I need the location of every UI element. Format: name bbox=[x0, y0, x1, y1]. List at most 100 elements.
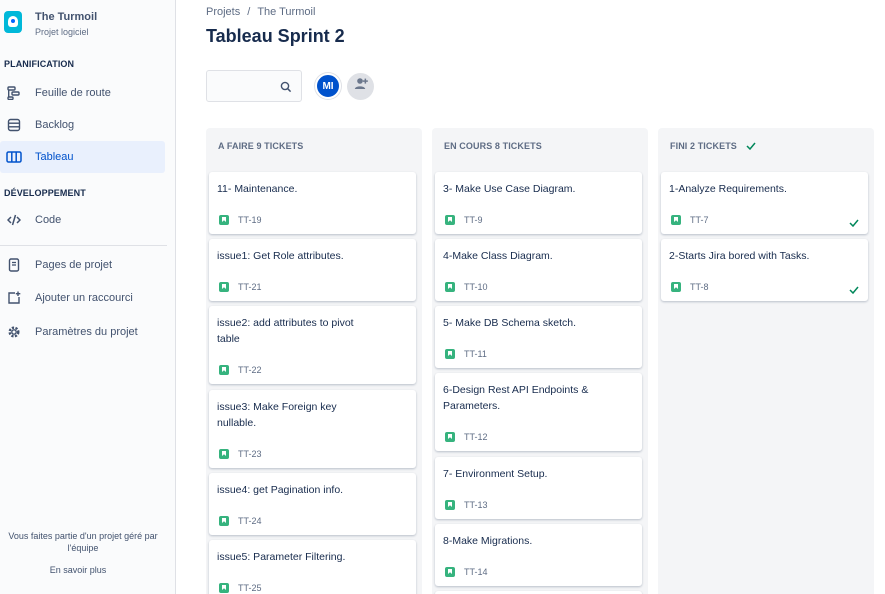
sidebar-item-project-settings[interactable]: Paramètres du projet bbox=[0, 316, 175, 348]
sidebar-item-project-pages[interactable]: Pages de projet bbox=[0, 249, 175, 281]
issue-summary: 4-Make Class Diagram. bbox=[443, 250, 553, 262]
issue-card[interactable]: issue5: Parameter Filtering. TT-25 bbox=[209, 540, 416, 594]
issue-key: TT-23 bbox=[238, 449, 262, 459]
issue-key: TT-21 bbox=[238, 282, 262, 292]
issue-summary: 7- Environment Setup. bbox=[443, 468, 548, 480]
issue-card[interactable]: 2-Starts Jira bored with Tasks. TT-8 bbox=[661, 239, 868, 301]
story-icon bbox=[445, 215, 455, 225]
roadmap-icon bbox=[6, 85, 22, 101]
story-icon bbox=[219, 215, 229, 225]
issue-key: TT-12 bbox=[464, 432, 488, 442]
breadcrumb: Projets / The Turmoil bbox=[206, 6, 315, 18]
issue-summary: issue5: Parameter Filtering. bbox=[217, 551, 346, 563]
add-shortcut-icon bbox=[6, 290, 22, 306]
board-column-in-progress: EN COURS 8 TICKETS 3- Make Use Case Diag… bbox=[432, 128, 648, 594]
story-icon bbox=[445, 349, 455, 359]
sidebar-item-backlog[interactable]: Backlog bbox=[0, 109, 175, 141]
issue-summary: 6-Design Rest API Endpoints & Parameters… bbox=[443, 384, 589, 412]
issue-card[interactable]: issue2: add attributes to pivot table TT… bbox=[209, 306, 416, 384]
issue-summary: 8-Make Migrations. bbox=[443, 535, 533, 547]
project-header[interactable]: The Turmoil Projet logiciel bbox=[0, 0, 175, 48]
board-icon bbox=[6, 149, 22, 165]
issue-card[interactable]: 7- Environment Setup. TT-13 bbox=[435, 457, 642, 519]
story-icon bbox=[219, 449, 229, 459]
main-content: Projets / The Turmoil Tableau Sprint 2 MI … bbox=[176, 0, 885, 594]
project-name: The Turmoil bbox=[35, 11, 98, 23]
section-planning: PLANIFICATION bbox=[4, 59, 75, 69]
done-check-icon bbox=[746, 142, 756, 150]
add-person-icon bbox=[353, 76, 369, 97]
project-avatar-icon bbox=[4, 11, 22, 33]
story-icon bbox=[219, 583, 229, 593]
issue-summary: issue3: Make Foreign key nullable. bbox=[217, 401, 337, 429]
issue-summary: 3- Make Use Case Diagram. bbox=[443, 183, 576, 195]
issue-key: TT-13 bbox=[464, 500, 488, 510]
issue-summary: 5- Make DB Schema sketch. bbox=[443, 317, 577, 329]
learn-more-link[interactable]: En savoir plus bbox=[0, 565, 156, 575]
issue-summary: 1-Analyze Requirements. bbox=[669, 183, 787, 195]
issue-key: TT-7 bbox=[690, 215, 709, 225]
story-icon bbox=[445, 500, 455, 510]
issue-key: TT-9 bbox=[464, 215, 483, 225]
story-icon bbox=[219, 365, 229, 375]
project-type: Projet logiciel bbox=[35, 27, 89, 37]
story-icon bbox=[445, 567, 455, 577]
section-development: DÉVELOPPEMENT bbox=[4, 188, 86, 198]
sidebar: The Turmoil Projet logiciel PLANIFICATIO… bbox=[0, 0, 176, 594]
story-icon bbox=[219, 516, 229, 526]
done-check-icon bbox=[849, 281, 859, 295]
sidebar-divider bbox=[0, 245, 167, 246]
issue-key: TT-8 bbox=[690, 282, 709, 292]
issue-key: TT-24 bbox=[238, 516, 262, 526]
sidebar-item-board[interactable]: Tableau bbox=[0, 141, 165, 173]
add-people-button[interactable] bbox=[347, 73, 374, 100]
avatar[interactable]: MI bbox=[315, 73, 341, 99]
issue-card[interactable]: 11- Maintenance. TT-19 bbox=[209, 172, 416, 234]
issue-card[interactable]: 6-Design Rest API Endpoints & Parameters… bbox=[435, 373, 642, 451]
story-icon bbox=[445, 282, 455, 292]
sidebar-item-label: Ajouter un raccourci bbox=[35, 292, 133, 304]
issue-card[interactable]: 8-Make Migrations. TT-14 bbox=[435, 524, 642, 586]
issue-summary: issue1: Get Role attributes. bbox=[217, 250, 344, 262]
story-icon bbox=[445, 432, 455, 442]
issue-summary: issue2: add attributes to pivot table bbox=[217, 317, 354, 345]
code-icon bbox=[6, 212, 22, 228]
issue-card[interactable]: issue1: Get Role attributes. TT-21 bbox=[209, 239, 416, 301]
column-header: EN COURS 8 TICKETS bbox=[444, 141, 542, 151]
breadcrumb-projects[interactable]: Projets bbox=[206, 6, 240, 18]
issue-card[interactable]: issue3: Make Foreign key nullable. TT-23 bbox=[209, 390, 416, 468]
column-header: FINI 2 TICKETS bbox=[658, 128, 874, 164]
breadcrumb-separator: / bbox=[247, 6, 251, 18]
issue-card[interactable]: 5- Make DB Schema sketch. TT-11 bbox=[435, 306, 642, 368]
issue-card[interactable]: 1-Analyze Requirements. TT-7 bbox=[661, 172, 868, 234]
settings-icon bbox=[6, 324, 22, 340]
sidebar-item-label: Pages de projet bbox=[35, 259, 113, 271]
pages-icon bbox=[6, 257, 22, 273]
issue-card[interactable]: issue4: get Pagination info. TT-24 bbox=[209, 473, 416, 535]
story-icon bbox=[219, 282, 229, 292]
breadcrumb-project[interactable]: The Turmoil bbox=[257, 6, 315, 18]
sidebar-item-label: Paramètres du projet bbox=[35, 326, 138, 338]
column-header: A FAIRE 9 TICKETS bbox=[218, 141, 304, 151]
sidebar-item-label: Code bbox=[35, 214, 62, 226]
board-column-todo: A FAIRE 9 TICKETS 11- Maintenance. TT-19… bbox=[206, 128, 422, 594]
issue-card[interactable]: 4-Make Class Diagram. TT-10 bbox=[435, 239, 642, 301]
issue-key: TT-14 bbox=[464, 567, 488, 577]
story-icon bbox=[671, 215, 681, 225]
page-title: Tableau Sprint 2 bbox=[206, 26, 345, 46]
issue-card[interactable]: 3- Make Use Case Diagram. TT-9 bbox=[435, 172, 642, 234]
issue-key: TT-11 bbox=[464, 349, 487, 359]
sidebar-footer-text: Vous faites partie d'un projet géré par … bbox=[8, 531, 158, 553]
issue-key: TT-10 bbox=[464, 282, 488, 292]
sidebar-item-roadmap[interactable]: Feuille de route bbox=[0, 77, 175, 109]
board-column-done: FINI 2 TICKETS 1-Analyze Requirements. T… bbox=[658, 128, 874, 594]
backlog-icon bbox=[6, 117, 22, 133]
search-icon bbox=[279, 80, 293, 94]
search-input[interactable] bbox=[206, 70, 302, 102]
story-icon bbox=[671, 282, 681, 292]
sidebar-item-add-shortcut[interactable]: Ajouter un raccourci bbox=[0, 282, 175, 314]
issue-key: TT-19 bbox=[238, 215, 262, 225]
column-title: FINI 2 TICKETS bbox=[670, 141, 737, 151]
issue-summary: issue4: get Pagination info. bbox=[217, 484, 344, 496]
sidebar-item-code[interactable]: Code bbox=[0, 204, 175, 236]
